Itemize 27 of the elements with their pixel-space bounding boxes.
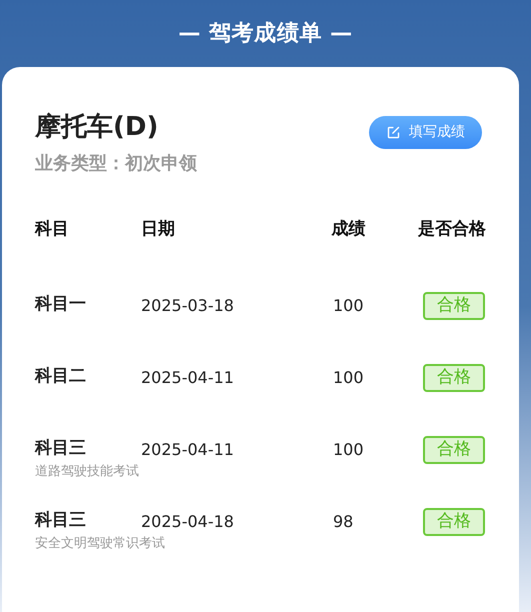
subject-cell-text: 科目三 bbox=[35, 437, 87, 460]
column-header: 成绩 bbox=[330, 218, 366, 240]
subject-note: 安全文明驾驶常识考试 bbox=[35, 534, 165, 552]
date-cell-text: 2025-04-11 bbox=[141, 439, 235, 461]
date-cell-text: 2025-04-11 bbox=[141, 367, 235, 389]
date-cell-text: 2025-04-18 bbox=[141, 511, 235, 533]
edit-icon bbox=[386, 125, 401, 140]
business-type: 业务类型：初次申领 bbox=[35, 152, 197, 176]
score-cell-text: 100 bbox=[332, 367, 365, 389]
column-header: 日期 bbox=[141, 218, 176, 240]
pass-badge: 合格 bbox=[423, 292, 485, 320]
score-cell-text: 100 bbox=[332, 439, 365, 461]
vehicle-title: 摩托车(D) bbox=[35, 111, 160, 144]
score-cell-text: 100 bbox=[332, 295, 365, 317]
score-cell-text: 98 bbox=[332, 511, 354, 533]
fill-score-button[interactable]: 填写成绩 bbox=[369, 116, 482, 149]
page-title: — 驾考成绩单 — bbox=[178, 20, 353, 48]
subject-note: 道路驾驶技能考试 bbox=[35, 462, 139, 480]
pass-badge: 合格 bbox=[423, 364, 485, 392]
subject-cell-text: 科目一 bbox=[35, 293, 87, 316]
column-header: 科目 bbox=[35, 218, 70, 240]
subject-cell-text: 科目三 bbox=[35, 509, 87, 532]
pass-badge: 合格 bbox=[423, 508, 485, 536]
pass-badge: 合格 bbox=[423, 436, 485, 464]
subject-cell-text: 科目二 bbox=[35, 365, 87, 388]
column-header: 是否合格 bbox=[417, 218, 486, 240]
date-cell-text: 2025-03-18 bbox=[141, 295, 235, 317]
